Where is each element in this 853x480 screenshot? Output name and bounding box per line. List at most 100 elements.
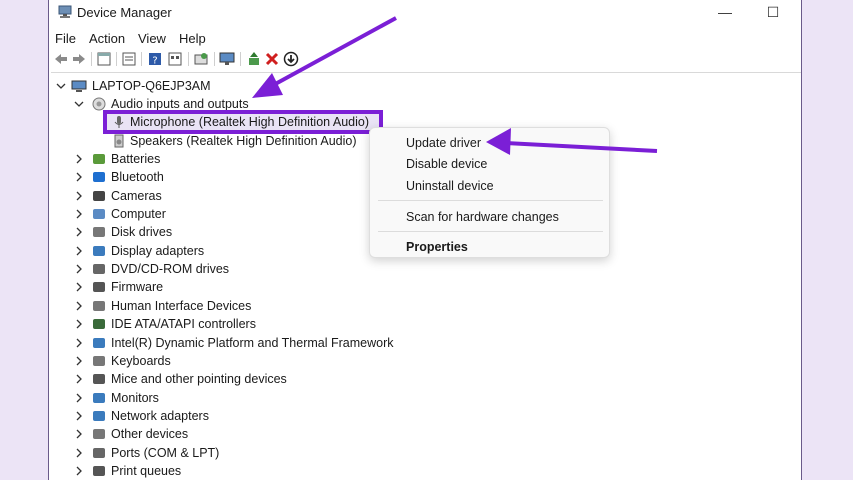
tree-category[interactable]: Disk drives xyxy=(51,223,391,241)
tree-item-label: Speakers (Realtek High Definition Audio) xyxy=(130,134,357,148)
monitor-icon[interactable] xyxy=(219,51,235,67)
tree-category[interactable]: Cameras xyxy=(51,187,391,205)
chevron-right-icon[interactable] xyxy=(74,172,84,182)
chevron-right-icon[interactable] xyxy=(74,411,84,421)
maximize-button[interactable]: ☐ xyxy=(761,2,785,22)
tree-category[interactable]: Network adapters xyxy=(51,407,391,425)
printer-icon xyxy=(93,465,105,476)
tree-category[interactable]: Batteries xyxy=(51,150,391,168)
network-adapter-icon xyxy=(93,410,105,421)
tree-category[interactable]: Mice and other pointing devices xyxy=(51,370,391,388)
menu-bar: File Action View Help xyxy=(49,28,801,48)
tree-category-label: Disk drives xyxy=(111,225,173,240)
toolbar-separator xyxy=(188,52,189,66)
tree-category-label: Batteries xyxy=(111,152,161,166)
speaker-icon xyxy=(114,134,124,148)
menu-view[interactable]: View xyxy=(138,31,166,46)
chevron-right-icon[interactable] xyxy=(74,154,84,164)
menu-item-uninstall-device[interactable]: Uninstall device xyxy=(406,179,494,193)
tree-item-speakers[interactable]: Speakers (Realtek High Definition Audio) xyxy=(51,132,391,150)
scan-icon[interactable] xyxy=(193,51,209,67)
tree-category[interactable]: Other devices xyxy=(51,425,391,443)
add-driver-icon[interactable] xyxy=(246,51,262,67)
keyboard-icon xyxy=(93,355,105,366)
intel-dptf-icon xyxy=(93,337,105,348)
svg-text:?: ? xyxy=(152,56,157,67)
menu-file[interactable]: File xyxy=(55,31,76,46)
properties-icon[interactable] xyxy=(96,51,112,67)
tree-category-label: Print queues xyxy=(111,463,182,478)
chevron-right-icon[interactable] xyxy=(74,301,84,311)
menu-item-disable-device[interactable]: Disable device xyxy=(406,157,487,171)
dvd-drive-icon xyxy=(93,264,105,275)
tree-root[interactable]: LAPTOP-Q6EJP3AM xyxy=(51,77,351,95)
toolbar-separator xyxy=(141,52,142,66)
title-bar: Device Manager — ☐ xyxy=(49,0,801,26)
toolbar-separator xyxy=(240,52,241,66)
chevron-right-icon[interactable] xyxy=(74,448,84,458)
menu-action[interactable]: Action xyxy=(89,31,125,46)
tree-category[interactable]: Monitors xyxy=(51,389,391,407)
computer-icon xyxy=(71,80,87,92)
tree-category[interactable]: Bluetooth xyxy=(51,168,391,186)
menu-item-update-driver[interactable]: Update driver xyxy=(406,136,481,150)
tree-category[interactable]: Firmware xyxy=(51,278,391,296)
tree-category[interactable]: DVD/CD-ROM drives xyxy=(51,260,391,278)
uninstall-icon[interactable] xyxy=(264,51,280,67)
chevron-right-icon[interactable] xyxy=(74,466,84,476)
chevron-right-icon[interactable] xyxy=(74,282,84,292)
disk-icon xyxy=(93,227,105,238)
tree-category[interactable]: Ports (COM & LPT) xyxy=(51,444,391,462)
chevron-right-icon[interactable] xyxy=(74,374,84,384)
chevron-right-icon[interactable] xyxy=(74,319,84,329)
monitor-icon xyxy=(93,392,105,403)
tree-root-label: LAPTOP-Q6EJP3AM xyxy=(92,79,211,93)
menu-separator xyxy=(378,200,603,201)
menu-help[interactable]: Help xyxy=(179,31,206,46)
chevron-right-icon[interactable] xyxy=(74,429,84,439)
chevron-right-icon[interactable] xyxy=(74,246,84,256)
tree-category[interactable]: Print queues xyxy=(51,462,391,480)
chevron-right-icon[interactable] xyxy=(74,264,84,274)
menu-item-properties[interactable]: Properties xyxy=(406,240,468,254)
battery-icon xyxy=(93,154,105,164)
chevron-right-icon[interactable] xyxy=(74,356,84,366)
toolbar-separator xyxy=(91,52,92,66)
tree-item-microphone[interactable]: Microphone (Realtek High Definition Audi… xyxy=(51,113,391,131)
chevron-right-icon[interactable] xyxy=(74,191,84,201)
tree-category-label: Intel(R) Dynamic Platform and Thermal Fr… xyxy=(111,335,394,350)
tree-category[interactable]: Keyboards xyxy=(51,352,391,370)
other-devices-icon xyxy=(93,429,105,440)
back-icon[interactable] xyxy=(53,51,69,67)
tree-category-label: Network adapters xyxy=(111,408,209,423)
tree-category-label: Monitors xyxy=(111,390,159,405)
toolbar: ? xyxy=(49,48,801,70)
tree-category-label: Cameras xyxy=(111,188,162,203)
details-icon[interactable] xyxy=(121,51,137,67)
tree-category[interactable]: Intel(R) Dynamic Platform and Thermal Fr… xyxy=(51,334,394,352)
tree-category-label: IDE ATA/ATAPI controllers xyxy=(111,317,256,332)
chevron-down-icon[interactable] xyxy=(74,99,84,109)
tree-category-label: Keyboards xyxy=(111,353,171,368)
tree-category[interactable]: Display adapters xyxy=(51,242,391,260)
tree-category[interactable]: Human Interface Devices xyxy=(51,297,391,315)
update-icon[interactable] xyxy=(283,51,299,67)
menu-item-scan-hardware[interactable]: Scan for hardware changes xyxy=(406,210,559,224)
tree-category-label: Mice and other pointing devices xyxy=(111,372,287,387)
toolbar-separator xyxy=(214,52,215,66)
tree-category-label: Ports (COM & LPT) xyxy=(111,445,220,460)
list-icon[interactable] xyxy=(167,51,183,67)
context-menu: Update driver Disable device Uninstall d… xyxy=(369,127,610,258)
tree-category[interactable]: IDE ATA/ATAPI controllers xyxy=(51,315,391,333)
chevron-right-icon[interactable] xyxy=(74,393,84,403)
minimize-button[interactable]: — xyxy=(713,2,737,22)
chevron-right-icon[interactable] xyxy=(74,209,84,219)
tree-category-label: Display adapters xyxy=(111,243,205,258)
forward-icon[interactable] xyxy=(71,51,87,67)
chevron-right-icon[interactable] xyxy=(74,338,84,348)
hid-icon xyxy=(93,300,105,311)
chevron-down-icon[interactable] xyxy=(56,81,66,91)
help-icon[interactable]: ? xyxy=(147,51,163,67)
chevron-right-icon[interactable] xyxy=(74,227,84,237)
tree-category[interactable]: Computer xyxy=(51,205,391,223)
